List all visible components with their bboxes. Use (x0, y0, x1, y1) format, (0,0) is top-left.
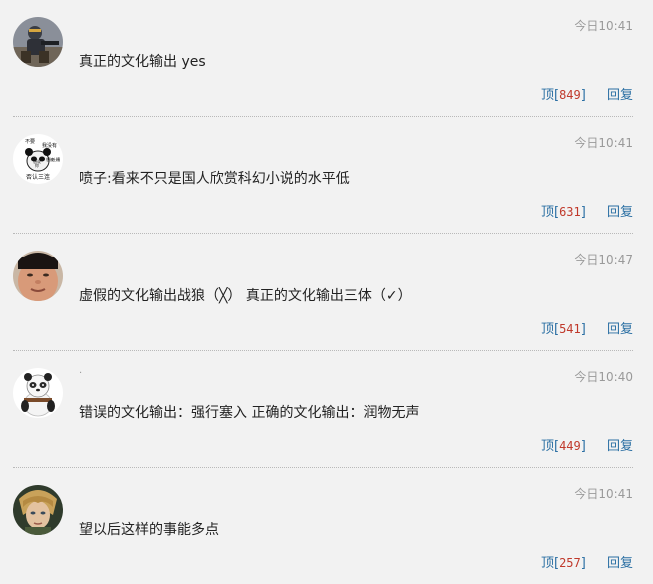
upvote-button[interactable]: 顶[541] (541, 322, 586, 337)
round-face-avatar-icon[interactable] (13, 251, 63, 301)
upvote-label: 顶 (540, 205, 554, 220)
upvote-count: 449 (559, 439, 581, 453)
upvote-button[interactable]: 顶[449] (541, 439, 586, 454)
comment-actions: 顶[849] 回复 (541, 84, 633, 103)
comment-item: 不要 我没有 想说 你 想被 吐糟 否认三连 今日10:41 喷子:看来不只是国… (13, 117, 633, 234)
comment-time: 今日10:47 (574, 253, 633, 267)
panda-text-1: 不要 (25, 139, 35, 145)
kungfu-panda-avatar-icon[interactable] (13, 368, 63, 418)
upvote-button[interactable]: 顶[849] (541, 88, 586, 103)
panda-text-6: 吐糟 (52, 156, 60, 162)
reply-button[interactable]: 回复 (607, 322, 633, 337)
comment-text: 真正的文化输出 yes (79, 54, 206, 70)
comment-marker: · (79, 368, 83, 379)
panda-text-2: 我没有 (42, 142, 57, 149)
upvote-button[interactable]: 顶[631] (541, 205, 586, 220)
comment-item: 今日10:41 望以后这样的事能多点 顶[257] 回复 (13, 468, 633, 584)
upvote-count: 849 (559, 88, 581, 102)
comment-time: 今日10:41 (574, 136, 633, 150)
comment-list: 今日10:41 真正的文化输出 yes 顶[849] 回复 不要 我没有 想说 … (0, 0, 653, 584)
comment-actions: 顶[449] 回复 (541, 435, 633, 454)
upvote-label: 顶 (540, 322, 554, 337)
upvote-label: 顶 (540, 439, 554, 454)
upvote-label: 顶 (540, 88, 554, 103)
comment-text: 喷子:看来不只是国人欣赏科幻小说的水平低 (79, 171, 350, 187)
comment-item: 今日10:47 虚假的文化输出战狼（╳） 真正的文化输出三体（✓） 顶[541]… (13, 234, 633, 351)
comment-actions: 顶[541] 回复 (541, 318, 633, 337)
upvote-button[interactable]: 顶[257] (541, 556, 586, 571)
comment-text: 虚假的文化输出战狼（╳） 真正的文化输出三体（✓） (79, 288, 412, 304)
comment-text: 错误的文化输出：强行塞入 正确的文化输出：润物无声 (79, 405, 420, 421)
comment-item: 今日10:41 真正的文化输出 yes 顶[849] 回复 (13, 0, 633, 117)
upvote-count: 631 (559, 205, 581, 219)
upvote-label: 顶 (540, 556, 554, 571)
reply-button[interactable]: 回复 (607, 439, 633, 454)
comment-time: 今日10:41 (574, 487, 633, 501)
upvote-count: 257 (559, 556, 581, 570)
reply-button[interactable]: 回复 (607, 205, 633, 220)
upvote-count: 541 (559, 322, 581, 336)
comment-actions: 顶[257] 回复 (541, 552, 633, 571)
comment-text: 望以后这样的事能多点 (79, 522, 219, 538)
panda-text-4: 你 (35, 162, 39, 168)
elf-character-avatar-icon[interactable] (13, 485, 63, 535)
panda-text-7: 否认三连 (26, 173, 50, 181)
panda-meme-avatar-icon[interactable]: 不要 我没有 想说 你 想被 吐糟 否认三连 (13, 134, 63, 184)
comment-item: · 今日10:40 错误的文化输出：强行塞入 正确的文化输出：润物无声 顶[44… (13, 351, 633, 468)
armored-soldier-avatar-icon[interactable] (13, 17, 63, 67)
comment-time: 今日10:41 (574, 19, 633, 33)
comment-time: 今日10:40 (574, 370, 633, 384)
reply-button[interactable]: 回复 (607, 556, 633, 571)
reply-button[interactable]: 回复 (607, 88, 633, 103)
comment-actions: 顶[631] 回复 (541, 201, 633, 220)
